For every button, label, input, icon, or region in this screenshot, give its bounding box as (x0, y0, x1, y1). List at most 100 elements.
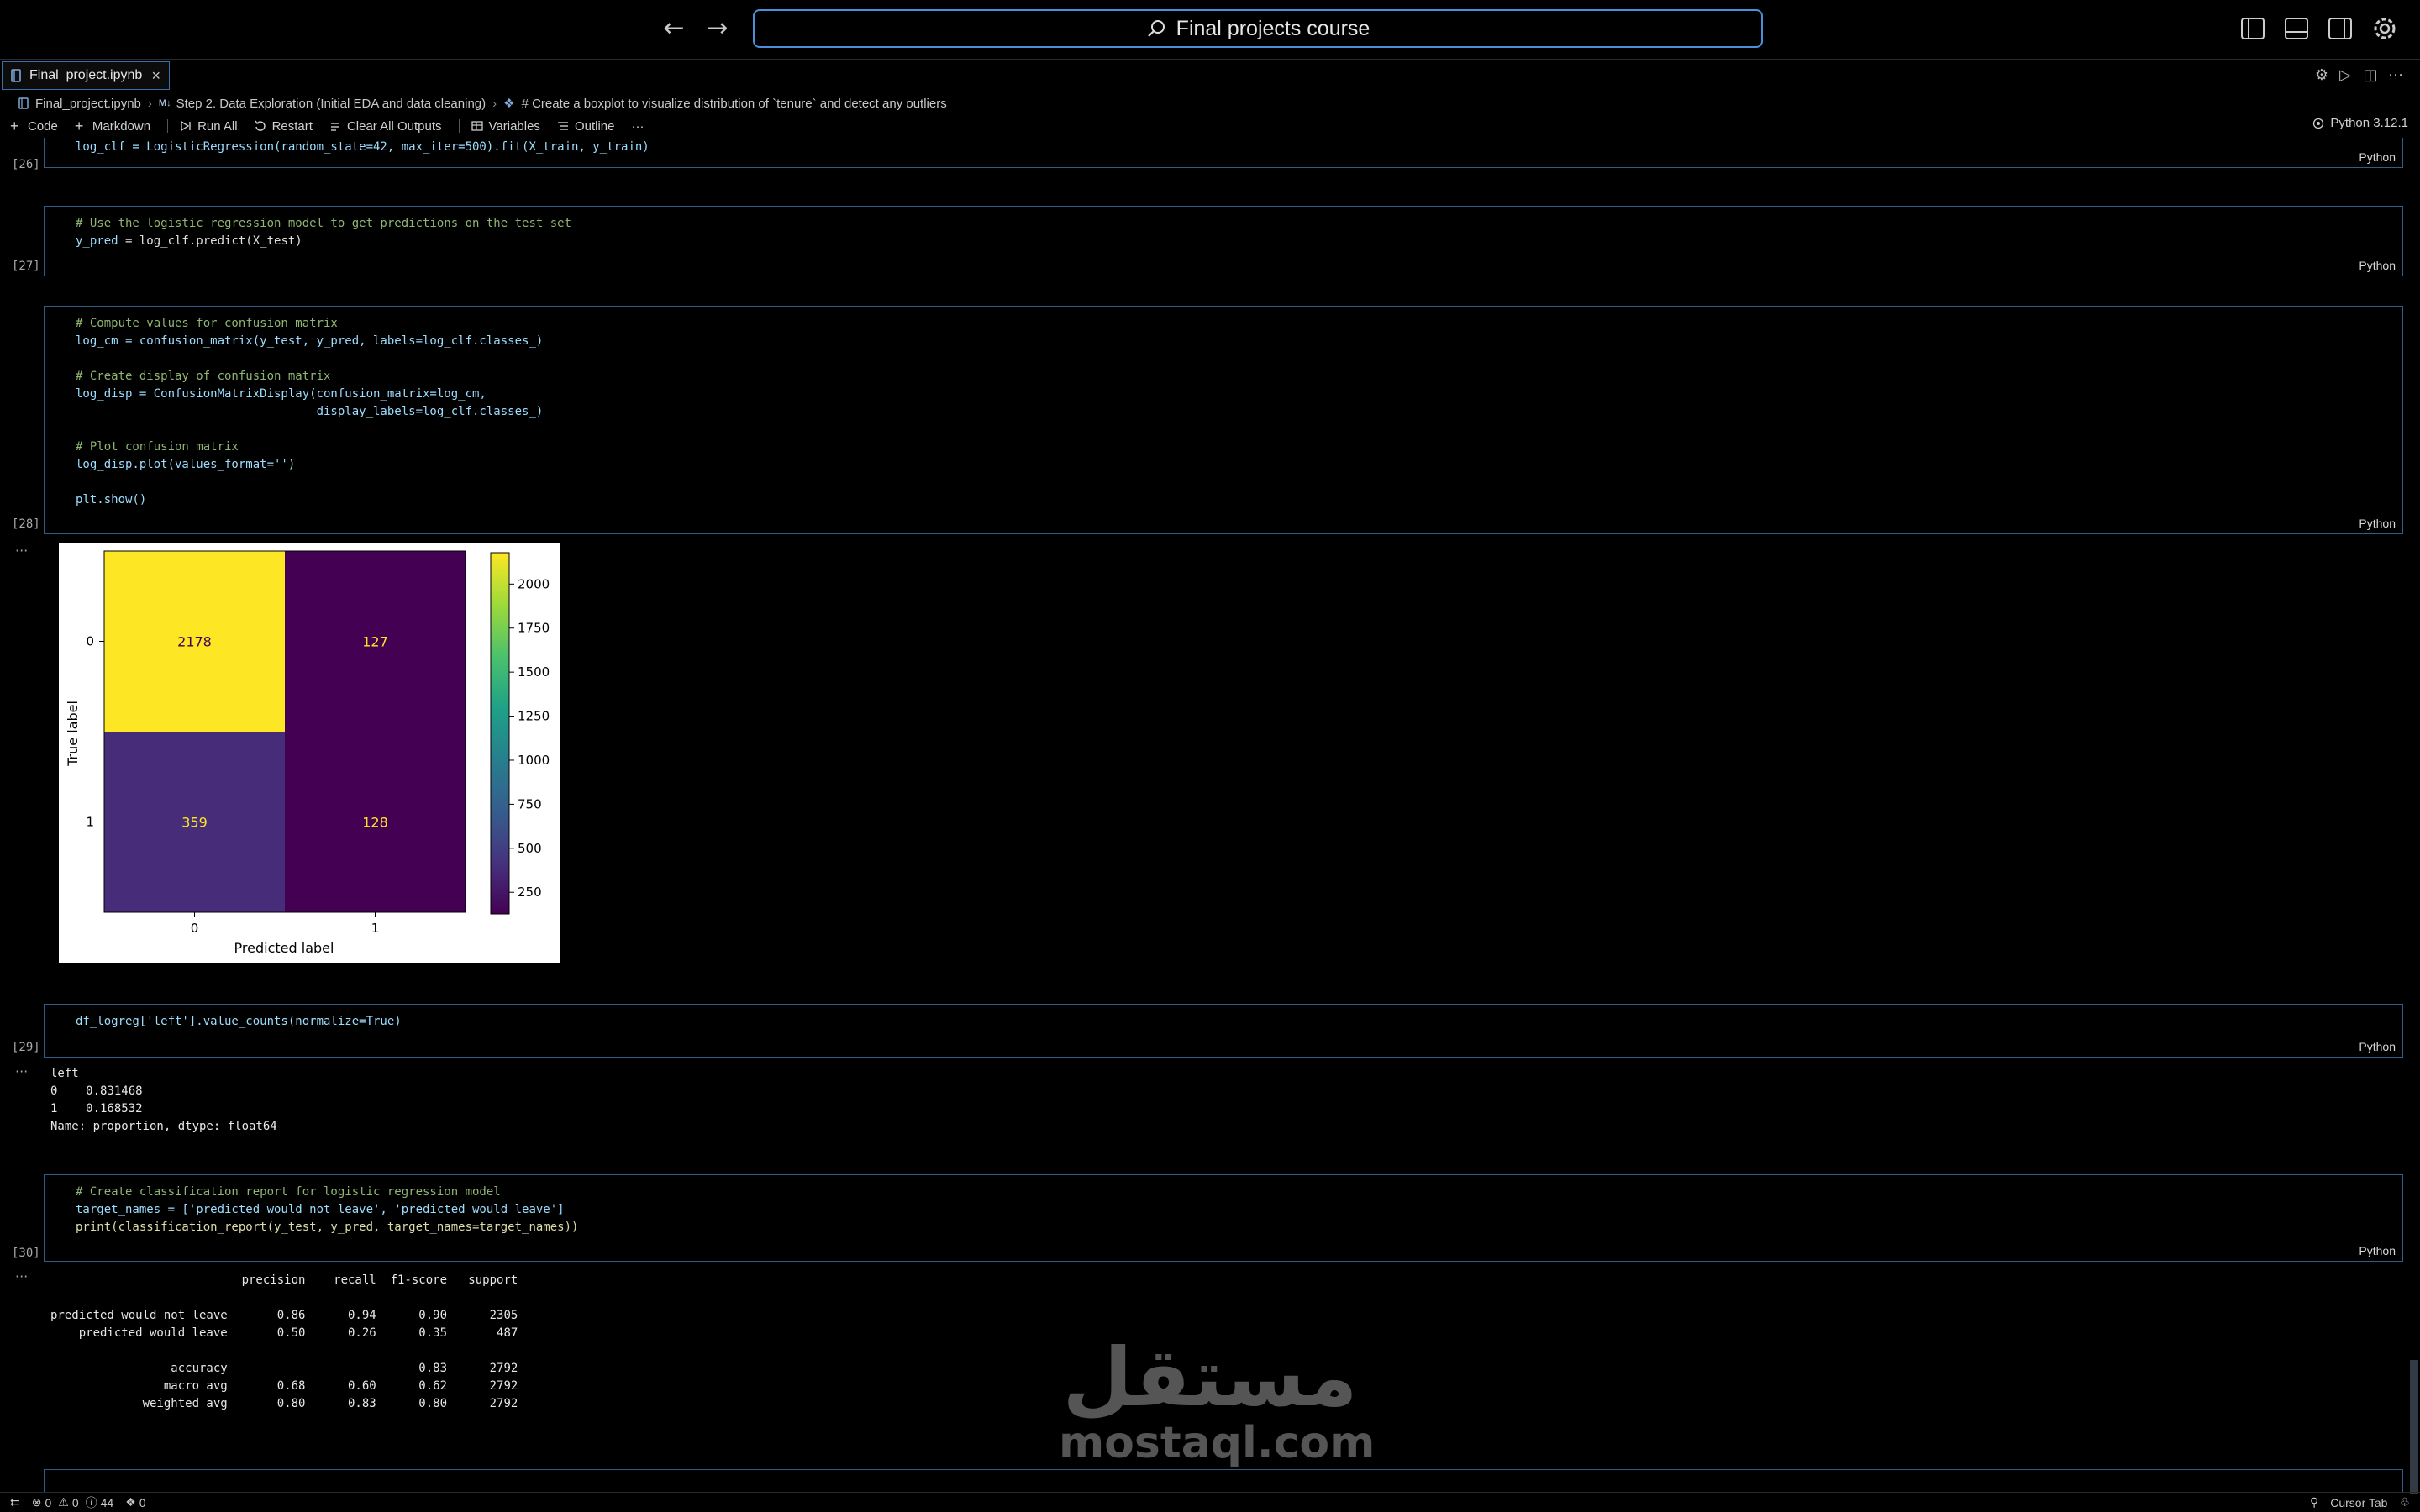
cell-language-label[interactable]: Python (2359, 1244, 2396, 1257)
chevron-right-icon: › (492, 96, 497, 111)
plus-icon: + (74, 118, 84, 134)
code-comment: # Use the logistic regression model to g… (76, 217, 572, 230)
tab-label: Final_project.ipynb (29, 68, 143, 82)
confusion-matrix-plot: 2178 127 359 128 0 1 0 1 Predicted label True … (59, 543, 560, 963)
add-markdown-cell-button[interactable]: + Markdown (74, 118, 151, 134)
variables-button[interactable]: Variables (471, 119, 540, 134)
gear-icon[interactable] (2370, 13, 2400, 44)
restart-icon (254, 120, 266, 131)
cell-language-label[interactable]: Python (2359, 259, 2396, 272)
code-text: = log_clf.predict(X_test) (118, 234, 302, 248)
code-block: # Use the logistic regression model to g… (76, 215, 571, 250)
output-menu-icon[interactable]: ··· (15, 543, 28, 559)
close-icon[interactable]: × (151, 67, 160, 85)
toolbar-divider (167, 119, 169, 133)
colorbar-tick-label: 750 (518, 796, 542, 811)
forward-arrow-icon[interactable]: → (702, 13, 733, 44)
colorbar-tick-label: 1750 (518, 621, 550, 636)
code-cell-icon: ❖ (503, 97, 515, 111)
tab-final-project[interactable]: Final_project.ipynb × (2, 61, 170, 90)
notebook-scrollbar[interactable] (2408, 138, 2420, 1494)
code-cell-29[interactable]: df_logreg['left'].value_counts(normalize… (44, 1004, 2403, 1058)
output-menu-icon[interactable]: ··· (15, 1063, 28, 1079)
cell-language-label[interactable]: Python (2359, 517, 2396, 530)
x-tick-label: 0 (191, 921, 199, 936)
code-cell-27[interactable]: # Use the logistic regression model to g… (44, 206, 2403, 276)
cell-language-label[interactable]: Python (2359, 1040, 2396, 1053)
watermark-arabic: مستقل (1062, 1331, 1358, 1425)
plus-icon: + (10, 118, 19, 134)
cell-value-label: 127 (362, 634, 388, 650)
cell-language-label[interactable]: Python (2359, 150, 2396, 164)
toggle-secondary-sidebar-icon[interactable] (2328, 17, 2353, 40)
run-all-icon (181, 120, 191, 132)
code-cell-28[interactable]: # Compute values for confusion matrix lo… (44, 306, 2403, 534)
restart-label: Restart (271, 118, 313, 134)
colorbar-tick-label: 1500 (518, 664, 550, 680)
add-code-cell-button[interactable]: + Code (10, 118, 58, 134)
cursor-tab-label[interactable]: Cursor Tab (2330, 1496, 2387, 1509)
run-all-button[interactable]: Run All (180, 119, 238, 134)
execution-count: [28] (12, 517, 40, 531)
code-cell-next[interactable] (44, 1469, 2403, 1492)
breadcrumb-section[interactable]: Step 2. Data Exploration (Initial EDA an… (176, 97, 487, 111)
toggle-sidebar-icon[interactable] (2240, 17, 2265, 40)
back-arrow-icon[interactable]: ← (659, 13, 689, 44)
toolbar-divider (458, 119, 460, 133)
remote-icon[interactable]: ⇇ (10, 1495, 20, 1509)
y-tick-label: 0 (86, 634, 94, 649)
more-actions-icon[interactable]: ⋯ (2386, 66, 2405, 85)
restart-button[interactable]: Restart (254, 118, 313, 134)
tab-bar: Final_project.ipynb × ⚙ ▷ ◫ ⋯ (0, 59, 2420, 92)
heatmap-cells: 2178 127 359 128 (103, 550, 466, 913)
breadcrumb-file[interactable]: Final_project.ipynb (35, 97, 141, 111)
outline-icon (557, 122, 568, 130)
execution-count: [27] (12, 260, 40, 273)
code-text: log_clf = LogisticRegression(random_stat… (76, 140, 650, 154)
colorbar-tick-label: 250 (518, 885, 542, 900)
markdown-icon: M↓ (158, 98, 171, 108)
breadcrumb: Final_project.ipynb › M↓ Step 2. Data Ex… (0, 92, 2420, 114)
split-editor-icon[interactable]: ◫ (2361, 66, 2380, 85)
code-text: display_labels=log_clf.classes_) (76, 405, 544, 418)
kernel-icon (2313, 118, 2324, 129)
outline-button[interactable]: Outline (557, 119, 614, 134)
scrollbar-thumb[interactable] (2410, 1360, 2418, 1494)
code-comment: # Create classification report for logis… (76, 1185, 501, 1199)
breadcrumb-cell[interactable]: # Create a boxplot to visualize distribu… (522, 97, 947, 111)
command-center-search[interactable]: Final projects course (753, 9, 1763, 48)
notebook-area: log_clf = LogisticRegression(random_stat… (0, 138, 2420, 1492)
run-icon[interactable]: ▷ (2336, 66, 2354, 85)
problems-indicator[interactable]: ⊗ 0 ⚠ 0 ⓘ 44 (32, 1494, 113, 1511)
markdown-label: Markdown (92, 118, 151, 134)
search-icon (1147, 20, 1165, 37)
y-axis-label: True label (65, 701, 81, 767)
bell-icon[interactable]: ♧ (2399, 1495, 2410, 1509)
code-text: log_disp.plot(values_format='') (76, 458, 296, 471)
code-cell-30[interactable]: # Create classification report for logis… (44, 1174, 2403, 1262)
toggle-panel-icon[interactable] (2284, 17, 2309, 40)
chevron-right-icon: › (147, 96, 152, 111)
ports-icon: ❖ (125, 1495, 136, 1509)
clear-all-outputs-button[interactable]: Clear All Outputs (329, 119, 442, 134)
watermark-latin: mostaql.com (1059, 1418, 1376, 1468)
execution-count: [30] (12, 1247, 40, 1260)
output-menu-icon[interactable]: ··· (15, 1268, 28, 1284)
code-block: # Compute values for confusion matrix lo… (76, 315, 543, 509)
notebook-settings-icon[interactable]: ⚙ (2312, 66, 2331, 85)
zoom-icon[interactable]: ⚲ (2310, 1495, 2318, 1509)
code-text: df_logreg['left'].value_counts(normalize… (76, 1015, 402, 1028)
x-tick-label: 1 (371, 921, 380, 936)
y-tick-label: 1 (86, 815, 94, 830)
colorbar-tick-label: 1250 (518, 709, 550, 724)
error-count: 0 (45, 1495, 52, 1509)
code-text: print(classification_report(y_test, y_pr… (76, 1221, 579, 1234)
kernel-picker[interactable]: Python 3.12.1 (2312, 116, 2408, 130)
colorbar (490, 552, 510, 915)
code-comment: # Create display of confusion matrix (76, 370, 331, 383)
code-line: log_clf = LogisticRegression(random_stat… (76, 139, 650, 156)
ports-indicator[interactable]: ❖ 0 (125, 1495, 145, 1509)
watermark-logo: مستقل mostaql.com (1059, 1331, 1376, 1468)
more-toolbar-button[interactable]: ··· (631, 119, 644, 134)
code-cell-26[interactable]: log_clf = LogisticRegression(random_stat… (44, 138, 2403, 168)
